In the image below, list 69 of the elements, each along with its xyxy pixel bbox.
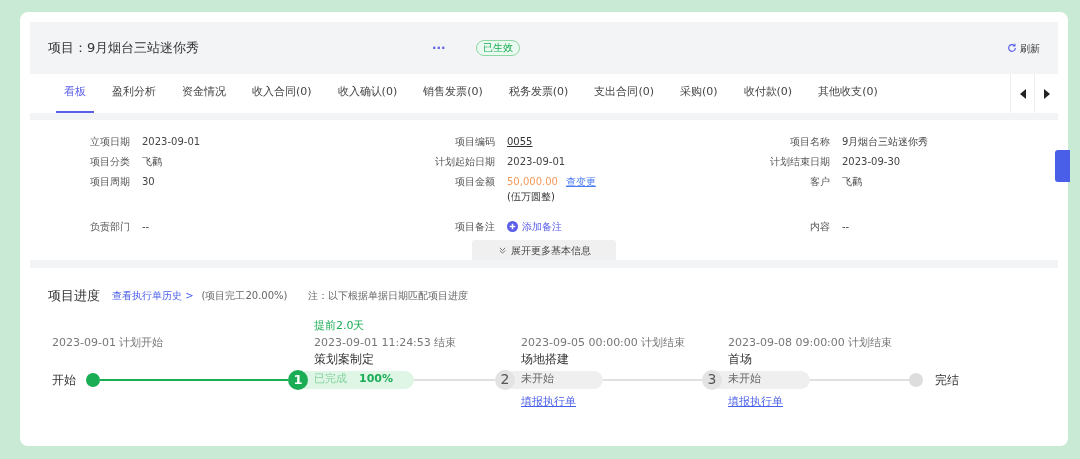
fill-report-link[interactable]: 填报执行单 bbox=[521, 394, 576, 408]
progress-note: 注：以下根据单据日期匹配项目进度 bbox=[307, 289, 468, 304]
tab[interactable]: 其他收支(0) bbox=[810, 74, 886, 113]
field-label: 项目周期 bbox=[89, 175, 130, 189]
start-label: 开始 bbox=[52, 371, 76, 389]
more-button[interactable]: ··· bbox=[432, 39, 446, 57]
refresh-icon bbox=[1007, 43, 1017, 53]
field-label: 负责部门 bbox=[89, 220, 130, 234]
fill-report-link[interactable]: 填报执行单 bbox=[728, 394, 783, 408]
project-code-link[interactable]: 0055 bbox=[507, 134, 533, 149]
project-title: 项目：9月烟台三站迷你秀 bbox=[48, 39, 201, 58]
field-label: 计划起始日期 bbox=[434, 155, 495, 169]
amount-in-words: (伍万圆整) bbox=[507, 190, 556, 204]
step-date: 2023-09-01 11:24:53 结束 bbox=[314, 334, 458, 351]
amount-value: 50,000.00 bbox=[507, 175, 558, 189]
field-value: 2023-09-01 bbox=[507, 155, 566, 169]
step-date: 2023-09-05 00:00:00 计划结束 bbox=[521, 334, 687, 351]
field-value: 9月烟台三站迷你秀 bbox=[842, 135, 929, 149]
view-changes-link[interactable]: 查变更 bbox=[565, 174, 596, 189]
field-label: 项目备注 bbox=[454, 220, 495, 234]
status-tag: 已生效 bbox=[475, 40, 520, 56]
step-number: 1 bbox=[288, 369, 308, 390]
field-value: 2023-09-01 bbox=[142, 135, 201, 149]
step-date: 2023-09-08 09:00:00 计划结束 bbox=[728, 334, 894, 351]
add-note-button[interactable]: 添加备注 bbox=[507, 219, 562, 234]
field-label: 客户 bbox=[809, 175, 830, 189]
history-link[interactable]: 查看执行单历史 > bbox=[112, 288, 194, 304]
field-value: -- bbox=[842, 220, 850, 234]
field-value: 30 bbox=[142, 175, 155, 189]
tab[interactable]: 资金情况 bbox=[174, 74, 234, 113]
tab[interactable]: 税务发票(0) bbox=[500, 74, 577, 113]
field-value: 飞鹳 bbox=[842, 175, 862, 189]
left-triangle-icon bbox=[1019, 88, 1026, 99]
tab[interactable]: 支出合同(0) bbox=[586, 74, 662, 113]
field-label: 项目分类 bbox=[89, 155, 130, 169]
tab[interactable]: 看板 bbox=[56, 74, 94, 113]
field-label: 项目编码 bbox=[454, 135, 495, 149]
field-value: -- bbox=[142, 220, 150, 234]
field-value: 飞鹳 bbox=[142, 155, 162, 169]
step-number: 3 bbox=[702, 369, 722, 390]
step-name: 首场 bbox=[728, 350, 753, 368]
tab[interactable]: 盈利分析 bbox=[104, 74, 164, 113]
field-label: 立项日期 bbox=[89, 135, 130, 149]
field-label: 内容 bbox=[809, 220, 830, 234]
plus-circle-icon bbox=[507, 221, 518, 232]
right-triangle-icon bbox=[1043, 88, 1050, 99]
completion-label: (项目完工20.00%) bbox=[201, 289, 288, 304]
tab[interactable]: 销售发票(0) bbox=[415, 74, 491, 113]
field-value: 2023-09-30 bbox=[842, 155, 901, 169]
step-number: 2 bbox=[495, 369, 515, 390]
field-label: 项目金额 bbox=[454, 175, 495, 189]
step-status: 未开始 bbox=[718, 370, 810, 389]
step-name: 策划案制定 bbox=[314, 350, 375, 368]
progress-title: 项目进度 bbox=[48, 287, 100, 305]
end-label: 完结 bbox=[935, 371, 959, 389]
advance-label: 提前2.0天 bbox=[314, 317, 366, 334]
expand-info-button[interactable]: 展开更多基本信息 bbox=[472, 240, 616, 260]
step-name: 场地搭建 bbox=[521, 350, 570, 368]
double-chevron-down-icon bbox=[497, 245, 507, 255]
step-status: 已完成 100% bbox=[304, 370, 414, 389]
field-label: 项目名称 bbox=[789, 135, 830, 149]
tab[interactable]: 收付款(0) bbox=[735, 74, 801, 113]
start-date: 2023-09-01 计划开始 bbox=[52, 334, 165, 351]
refresh-button[interactable]: 刷新 bbox=[1007, 40, 1040, 56]
tab[interactable]: 收入确认(0) bbox=[329, 74, 406, 113]
field-label: 计划结束日期 bbox=[769, 155, 830, 169]
tab[interactable]: 收入合同(0) bbox=[244, 74, 320, 113]
step-status: 未开始 bbox=[511, 370, 603, 389]
tab[interactable]: 采购(0) bbox=[671, 74, 726, 113]
